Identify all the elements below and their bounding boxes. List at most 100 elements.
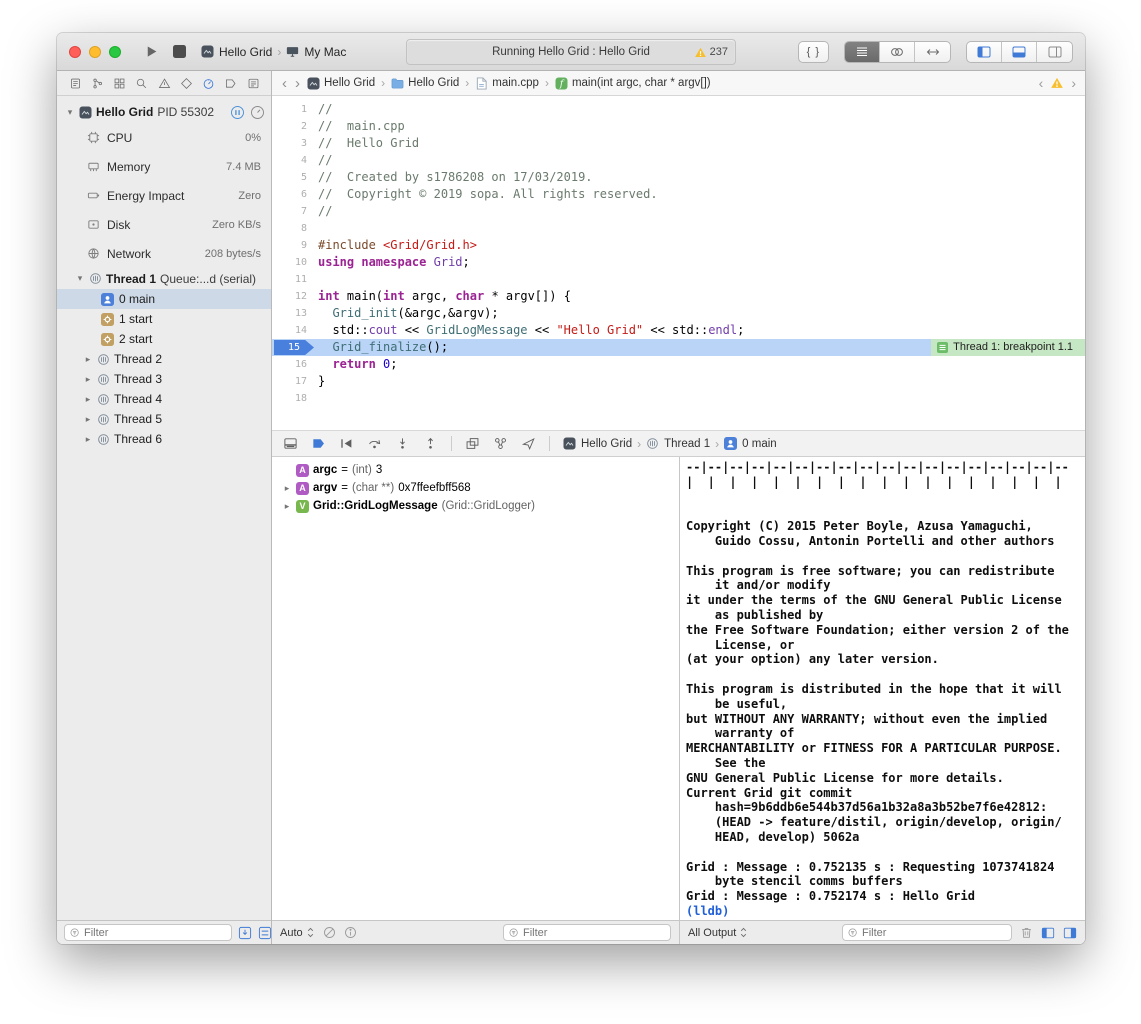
code-line[interactable]: 11 xyxy=(272,271,1085,288)
stack-frame-row[interactable]: 2 start xyxy=(57,329,271,349)
toggle-debug-area-button[interactable] xyxy=(1002,42,1037,62)
navigator-filter-input[interactable] xyxy=(84,927,226,939)
assistant-editor-button[interactable] xyxy=(880,42,915,62)
code-line[interactable]: 5// Created by s1786208 on 17/03/2019. xyxy=(272,169,1085,186)
code-line[interactable]: 4// xyxy=(272,152,1085,169)
pause-process-button[interactable] xyxy=(230,105,245,120)
version-editor-button[interactable] xyxy=(915,42,950,62)
code-line[interactable]: 13 Grid_init(&argc,&argv); xyxy=(272,305,1085,322)
code-line[interactable]: 6// Copyright © 2019 sopa. All rights re… xyxy=(272,186,1085,203)
hide-debug-area-button[interactable] xyxy=(283,436,298,451)
debug-crumb-frame[interactable]: 0 main xyxy=(742,438,777,450)
code-line[interactable]: 7// xyxy=(272,203,1085,220)
breadcrumb-file[interactable]: main.cpp xyxy=(475,77,539,90)
toggle-variables-view-button[interactable] xyxy=(1041,926,1055,940)
code-line[interactable]: 2// main.cpp xyxy=(272,118,1085,135)
find-navigator-tab[interactable] xyxy=(133,74,151,92)
continue-button[interactable] xyxy=(339,436,354,451)
toggle-navigator-button[interactable] xyxy=(967,42,1002,62)
debug-crumb-process[interactable]: Hello Grid xyxy=(581,438,632,450)
code-line[interactable]: 16 return 0; xyxy=(272,356,1085,373)
code-line[interactable]: 3// Hello Grid xyxy=(272,135,1085,152)
issue-navigator-tab[interactable] xyxy=(155,74,173,92)
source-editor[interactable]: 1//2// main.cpp3// Hello Grid4//5// Crea… xyxy=(272,96,1085,430)
view-options-button-2[interactable] xyxy=(258,926,272,940)
thread-group-row[interactable]: ▾ Thread 1 Queue:...d (serial) xyxy=(57,268,271,289)
toggle-inspector-button[interactable] xyxy=(1037,42,1072,62)
next-issue-button[interactable]: › xyxy=(1071,75,1076,91)
variables-scope-popup[interactable]: Auto xyxy=(280,926,315,939)
variables-filter-field[interactable] xyxy=(503,924,671,941)
debug-crumb-thread[interactable]: Thread 1 xyxy=(664,438,710,450)
test-navigator-tab[interactable] xyxy=(177,74,195,92)
breadcrumb-symbol[interactable]: f main(int argc, char * argv[]) xyxy=(555,77,711,90)
instruction-pointer-badge[interactable]: 15 xyxy=(274,340,314,355)
code-line[interactable]: 1// xyxy=(272,101,1085,118)
scheme-selector[interactable]: Hello Grid › My Mac xyxy=(201,45,346,59)
console-filter-field[interactable] xyxy=(842,924,1012,941)
variable-row[interactable]: Aargc=(int)3 xyxy=(272,461,679,479)
gauge-row[interactable]: Memory7.4 MB xyxy=(57,152,271,181)
simulate-location-button[interactable] xyxy=(521,436,536,451)
step-into-button[interactable] xyxy=(395,436,410,451)
minimize-window-button[interactable] xyxy=(89,46,101,58)
thread-row[interactable]: ▸Thread 4 xyxy=(57,389,271,409)
disclosure-triangle-icon[interactable]: ▸ xyxy=(282,483,292,494)
disclosure-triangle-icon[interactable]: ▸ xyxy=(83,394,93,405)
ignore-breakpoints-button[interactable] xyxy=(323,926,336,939)
forward-button[interactable]: › xyxy=(294,76,301,91)
console-filter-input[interactable] xyxy=(862,927,1006,939)
stack-frame-row[interactable]: 1 start xyxy=(57,309,271,329)
step-out-button[interactable] xyxy=(423,436,438,451)
code-line[interactable]: 17} xyxy=(272,373,1085,390)
report-navigator-tab[interactable] xyxy=(244,74,262,92)
process-row[interactable]: ▾ Hello Grid PID 55302 xyxy=(57,101,271,123)
standard-editor-button[interactable] xyxy=(845,42,880,62)
gauge-row[interactable]: DiskZero KB/s xyxy=(57,210,271,239)
disclosure-triangle-icon[interactable]: ▾ xyxy=(75,273,85,284)
disclosure-triangle-icon[interactable]: ▸ xyxy=(282,501,292,512)
toggle-console-button[interactable] xyxy=(1063,926,1077,940)
variables-filter-input[interactable] xyxy=(523,927,665,939)
run-button[interactable] xyxy=(137,39,165,65)
variable-row[interactable]: ▸VGrid::GridLogMessage(Grid::GridLogger) xyxy=(272,497,679,515)
code-line[interactable]: 12int main(int argc, char * argv[]) { xyxy=(272,288,1085,305)
project-navigator-tab[interactable] xyxy=(66,74,84,92)
gauge-row[interactable]: Energy ImpactZero xyxy=(57,181,271,210)
breakpoint-navigator-tab[interactable] xyxy=(222,74,240,92)
view-hierarchy-button[interactable] xyxy=(465,436,480,451)
code-line[interactable]: 10using namespace Grid; xyxy=(272,254,1085,271)
previous-issue-button[interactable]: ‹ xyxy=(1039,75,1044,91)
code-line[interactable]: 18 xyxy=(272,390,1085,407)
breadcrumb-project[interactable]: Hello Grid xyxy=(307,77,375,90)
warning-count-badge[interactable]: 237 xyxy=(694,40,728,64)
info-button[interactable] xyxy=(344,926,357,939)
process-gauge-button[interactable] xyxy=(250,105,265,120)
step-over-button[interactable] xyxy=(367,436,382,451)
console-output[interactable]: --|--|--|--|--|--|--|--|--|--|--|--|--|-… xyxy=(680,457,1085,920)
code-line[interactable]: 15 Grid_finalize();Thread 1: breakpoint … xyxy=(272,339,1085,356)
close-window-button[interactable] xyxy=(69,46,81,58)
console-scope-popup[interactable]: All Output xyxy=(688,926,748,939)
navigator-filter-field[interactable] xyxy=(64,924,232,941)
back-button[interactable]: ‹ xyxy=(281,76,288,91)
stack-frame-row[interactable]: 0 main xyxy=(57,289,271,309)
thread-row[interactable]: ▸Thread 5 xyxy=(57,409,271,429)
variable-row[interactable]: ▸Aargv=(char **)0x7ffeefbff568 xyxy=(272,479,679,497)
disclosure-triangle-icon[interactable]: ▸ xyxy=(83,354,93,365)
symbol-navigator-tab[interactable] xyxy=(111,74,129,92)
breakpoints-toggle-button[interactable] xyxy=(311,436,326,451)
thread-row[interactable]: ▸Thread 2 xyxy=(57,349,271,369)
thread-row[interactable]: ▸Thread 3 xyxy=(57,369,271,389)
thread-row[interactable]: ▸Thread 6 xyxy=(57,429,271,449)
code-review-button[interactable]: { } xyxy=(798,41,829,63)
breakpoint-annotation[interactable]: Thread 1: breakpoint 1.1 xyxy=(931,339,1085,356)
disclosure-triangle-icon[interactable]: ▸ xyxy=(83,414,93,425)
clear-console-button[interactable] xyxy=(1020,926,1033,939)
gauge-row[interactable]: CPU0% xyxy=(57,123,271,152)
view-options-button-1[interactable] xyxy=(238,926,252,940)
source-control-navigator-tab[interactable] xyxy=(88,74,106,92)
stop-button[interactable] xyxy=(165,39,193,65)
disclosure-triangle-icon[interactable]: ▸ xyxy=(83,434,93,445)
disclosure-triangle-icon[interactable]: ▾ xyxy=(65,107,75,118)
